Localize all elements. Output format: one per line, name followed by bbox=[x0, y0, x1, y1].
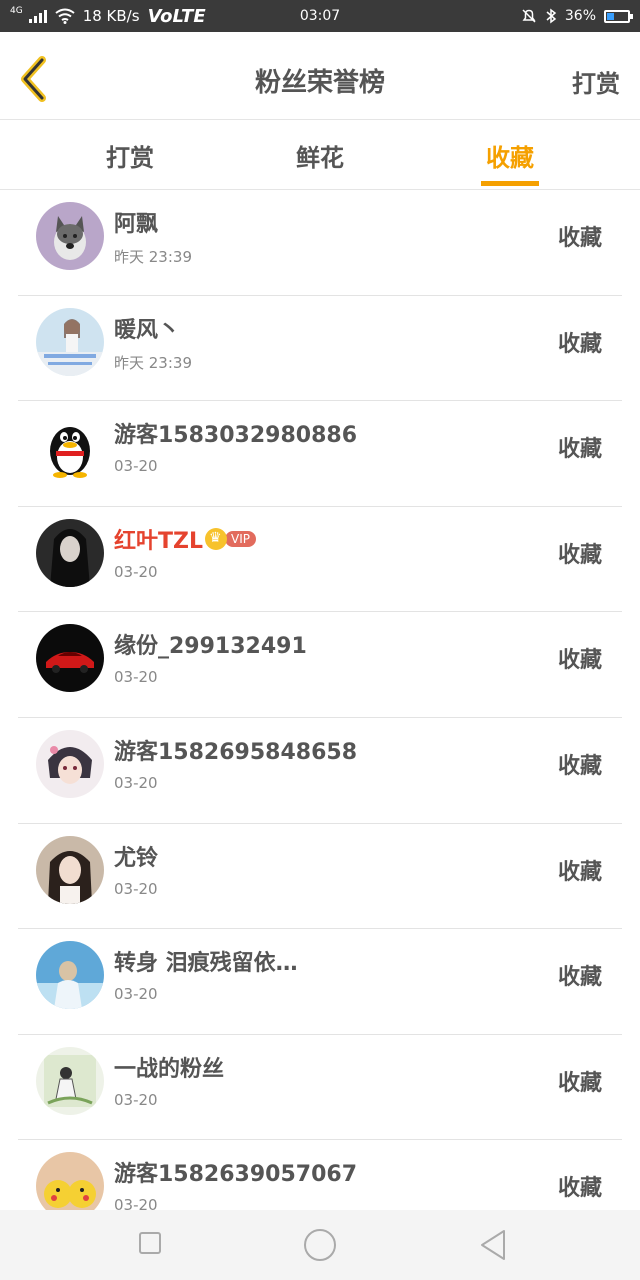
tab-bar: 打赏 鲜花 收藏 bbox=[0, 120, 640, 190]
page-title: 粉丝荣誉榜 bbox=[254, 68, 385, 98]
favorite-time: 03-20 bbox=[114, 668, 158, 687]
favorite-label: 收藏 bbox=[557, 648, 602, 674]
tab-flowers[interactable]: 鲜花 bbox=[260, 138, 380, 173]
list-item[interactable]: 暖风丶 昨天 23:39 收藏 bbox=[18, 296, 622, 402]
list-item[interactable]: 转身 泪痕残留依… 03-20 收藏 bbox=[18, 929, 622, 1035]
user-name: 游客1583032980886 bbox=[114, 423, 357, 449]
vip-user-name: 红叶TZL bbox=[114, 528, 203, 554]
list-item[interactable]: 游客1582695848658 03-20 收藏 bbox=[18, 718, 622, 824]
battery-percent: 36% bbox=[564, 8, 596, 24]
favorite-time: 03-20 bbox=[114, 1196, 158, 1210]
list-item[interactable]: 缘份_299132491 03-20 收藏 bbox=[18, 612, 622, 718]
list-item[interactable]: 阿飘 昨天 23:39 收藏 bbox=[18, 190, 622, 296]
user-name: 转身 泪痕残留依… bbox=[114, 951, 298, 977]
favorite-time: 03-20 bbox=[114, 985, 158, 1004]
app-header: 粉丝荣誉榜 打赏 bbox=[0, 32, 640, 120]
user-name: 暖风丶 bbox=[114, 317, 181, 343]
tab-reward[interactable]: 打赏 bbox=[70, 138, 190, 173]
favorite-time: 03-20 bbox=[114, 562, 158, 581]
user-name: 红叶TZL VIP bbox=[114, 523, 256, 555]
avatar-pikachu bbox=[36, 1152, 104, 1210]
favorite-time: 03-20 bbox=[114, 1090, 158, 1109]
avatar-red-car bbox=[36, 624, 104, 693]
list-item[interactable]: 一战的粉丝 03-20 收藏 bbox=[18, 1035, 622, 1141]
favorite-label: 收藏 bbox=[557, 226, 602, 251]
user-name: 一战的粉丝 bbox=[114, 1056, 225, 1082]
user-name: 游客1582639057067 bbox=[114, 1162, 357, 1188]
crown-icon bbox=[204, 527, 227, 550]
user-name: 阿飘 bbox=[114, 212, 159, 237]
avatar-anime-character bbox=[36, 729, 104, 798]
favorite-time: 03-20 bbox=[114, 773, 158, 792]
user-name: 游客1582695848658 bbox=[114, 739, 357, 765]
favorite-label: 收藏 bbox=[557, 753, 602, 779]
favorite-time: 昨天 23:39 bbox=[114, 353, 192, 372]
home-icon[interactable] bbox=[304, 1229, 336, 1261]
avatar-husky bbox=[36, 202, 104, 270]
user-name: 缘份_299132491 bbox=[114, 634, 307, 660]
favorite-label: 收藏 bbox=[557, 859, 602, 885]
vip-badge: VIP bbox=[224, 530, 256, 547]
user-name: 尤铃 bbox=[114, 845, 159, 871]
list-item[interactable]: 游客1582639057067 03-20 收藏 bbox=[18, 1140, 622, 1210]
system-nav-bar bbox=[0, 1210, 640, 1280]
favorite-label: 收藏 bbox=[557, 1070, 602, 1096]
avatar-dark-portrait bbox=[36, 518, 104, 587]
wifi-icon bbox=[55, 8, 75, 24]
list-item[interactable]: 红叶TZL VIP 03-20 收藏 bbox=[18, 507, 622, 613]
tab-favorites[interactable]: 收藏 bbox=[450, 138, 570, 186]
avatar-blue-scene bbox=[36, 941, 104, 1010]
favorite-time: 03-20 bbox=[114, 457, 158, 476]
avatar-illustration bbox=[36, 1046, 104, 1115]
list-item[interactable]: 尤铃 03-20 收藏 bbox=[18, 824, 622, 930]
nav-back-icon[interactable] bbox=[478, 1228, 508, 1262]
favorite-label: 收藏 bbox=[557, 1176, 602, 1202]
recent-apps-icon[interactable] bbox=[139, 1232, 161, 1254]
avatar-girl-portrait bbox=[36, 835, 104, 904]
favorite-label: 收藏 bbox=[557, 437, 602, 463]
status-bar: 4G 18 KB/s VoLTE 03:07 36% bbox=[0, 0, 640, 32]
favorite-time: 昨天 23:39 bbox=[114, 248, 192, 266]
favorite-label: 收藏 bbox=[557, 965, 602, 991]
avatar-girl-photo bbox=[36, 307, 104, 376]
favorite-time: 03-20 bbox=[114, 879, 158, 898]
reward-button[interactable]: 打赏 bbox=[572, 64, 620, 99]
battery-icon bbox=[604, 9, 633, 23]
volte-label: VoLTE bbox=[147, 5, 206, 27]
signal-icon bbox=[28, 9, 47, 23]
qq-penguin-icon bbox=[36, 413, 104, 482]
favorite-label: 收藏 bbox=[557, 542, 602, 568]
bluetooth-icon bbox=[546, 8, 557, 24]
list-item[interactable]: 游客1583032980886 03-20 收藏 bbox=[18, 401, 622, 507]
favorite-label: 收藏 bbox=[557, 331, 602, 357]
mute-bell-icon bbox=[522, 9, 536, 23]
fan-list: 阿飘 昨天 23:39 收藏 暖风丶 昨天 23:39 收藏 游客1583032… bbox=[18, 190, 622, 1210]
network-type: 4G bbox=[10, 6, 23, 16]
network-speed: 18 KB/s bbox=[82, 7, 140, 25]
